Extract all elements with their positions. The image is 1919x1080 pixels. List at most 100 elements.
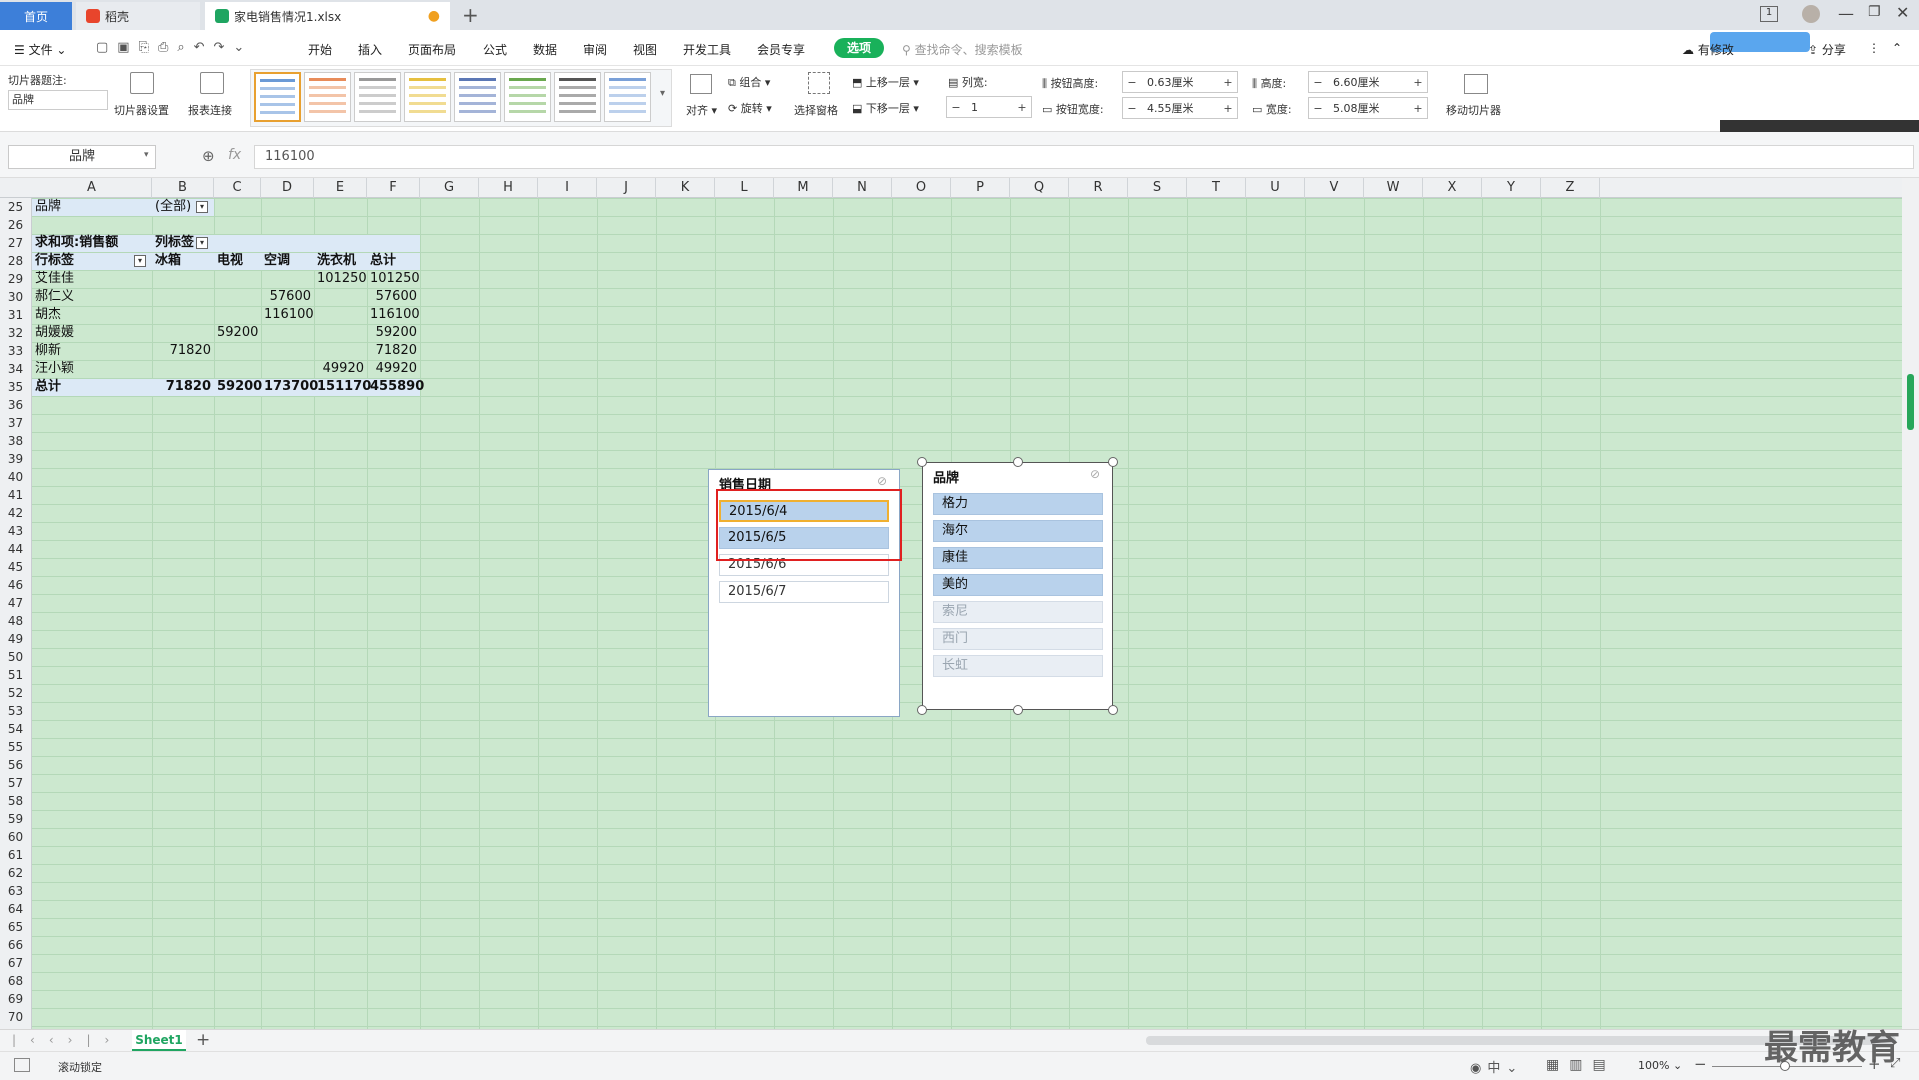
row-header-49[interactable]: 49 xyxy=(0,630,31,648)
row-header-32[interactable]: 32 xyxy=(0,324,31,342)
pivot-value-cell[interactable]: 49920 xyxy=(317,360,364,378)
gallery-expand-icon[interactable]: ▾ xyxy=(660,88,665,99)
fx-icon[interactable]: fx xyxy=(228,147,241,163)
row-header-67[interactable]: 67 xyxy=(0,954,31,972)
selection-pane-button[interactable]: 选择窗格 xyxy=(794,102,838,118)
button-width-value[interactable]: 4.55厘米 xyxy=(1141,100,1219,116)
column-header-J[interactable]: J xyxy=(597,178,656,198)
scroll-thumb[interactable] xyxy=(1907,374,1914,430)
pivot-column-dropdown-icon[interactable]: ▾ xyxy=(196,237,208,249)
plus-icon[interactable]: + xyxy=(1409,102,1427,115)
minus-icon[interactable]: − xyxy=(1309,102,1327,115)
style-swatch-orange[interactable] xyxy=(304,72,351,122)
row-header-70[interactable]: 70 xyxy=(0,1008,31,1026)
columns-value[interactable]: 1 xyxy=(965,101,1013,114)
pivot-value-cell[interactable]: 71820 xyxy=(370,342,417,360)
column-header-B[interactable]: B xyxy=(152,178,214,198)
plus-icon[interactable]: + xyxy=(1219,102,1237,115)
column-header-I[interactable]: I xyxy=(538,178,597,198)
style-swatch-blue-selected[interactable] xyxy=(254,72,301,122)
resize-handle[interactable] xyxy=(1012,457,1023,467)
width-value[interactable]: 5.08厘米 xyxy=(1327,100,1409,116)
minus-icon[interactable]: − xyxy=(947,101,965,114)
brand-slicer-item[interactable]: 西门 xyxy=(933,628,1103,650)
column-header-V[interactable]: V xyxy=(1305,178,1364,198)
minus-icon[interactable]: − xyxy=(1123,76,1141,89)
pivot-filter-dropdown-icon[interactable]: ▾ xyxy=(196,201,208,213)
pivot-value-cell[interactable]: 57600 xyxy=(264,288,311,306)
brand-slicer-item[interactable]: 海尔 xyxy=(933,520,1103,542)
column-header-Y[interactable]: Y xyxy=(1482,178,1541,198)
pivot-row-name[interactable]: 郝仁义 xyxy=(35,288,149,306)
clear-filter-icon[interactable]: ⊘ xyxy=(1090,467,1100,481)
pivot-row-name[interactable]: 汪小颖 xyxy=(35,360,149,378)
row-header-48[interactable]: 48 xyxy=(0,612,31,630)
pivot-value-cell[interactable]: 59200 xyxy=(217,324,258,342)
height-value[interactable]: 6.60厘米 xyxy=(1327,74,1409,90)
row-header-66[interactable]: 66 xyxy=(0,936,31,954)
column-header-R[interactable]: R xyxy=(1069,178,1128,198)
row-header-30[interactable]: 30 xyxy=(0,288,31,306)
row-header-62[interactable]: 62 xyxy=(0,864,31,882)
style-swatch-gray[interactable] xyxy=(354,72,401,122)
style-swatch-yellow[interactable] xyxy=(404,72,451,122)
menu-dev-tools[interactable]: 开发工具 xyxy=(683,41,731,58)
row-header-54[interactable]: 54 xyxy=(0,720,31,738)
row-header-39[interactable]: 39 xyxy=(0,450,31,468)
plus-icon[interactable]: + xyxy=(1013,101,1031,114)
resize-handle[interactable] xyxy=(1108,705,1118,715)
align-button[interactable]: 对齐 ▾ xyxy=(686,102,717,118)
row-header-59[interactable]: 59 xyxy=(0,810,31,828)
collapse-ribbon-icon[interactable]: ⌃ xyxy=(1892,41,1902,55)
search-command[interactable]: ⚲ 查找命令、搜索模板 xyxy=(902,41,1023,58)
row-header-69[interactable]: 69 xyxy=(0,990,31,1008)
menu-member[interactable]: 会员专享 xyxy=(757,41,805,58)
close-icon[interactable]: ✕ xyxy=(1896,3,1909,22)
macro-record-icon[interactable] xyxy=(14,1058,30,1072)
row-header-35[interactable]: 35 xyxy=(0,378,31,396)
row-header-64[interactable]: 64 xyxy=(0,900,31,918)
column-header-N[interactable]: N xyxy=(833,178,892,198)
row-header-61[interactable]: 61 xyxy=(0,846,31,864)
pivot-row-name[interactable]: 胡杰 xyxy=(35,306,149,324)
column-header-U[interactable]: U xyxy=(1246,178,1305,198)
row-header-36[interactable]: 36 xyxy=(0,396,31,414)
brand-slicer-item[interactable]: 格力 xyxy=(933,493,1103,515)
pivot-row-name[interactable]: 艾佳佳 xyxy=(35,270,149,288)
column-header-T[interactable]: T xyxy=(1187,178,1246,198)
add-sheet-icon[interactable]: + xyxy=(196,1030,210,1050)
pivot-column-header[interactable]: 冰箱 xyxy=(155,252,211,270)
row-header-26[interactable]: 26 xyxy=(0,216,31,234)
tab-home[interactable]: 首页 xyxy=(0,2,72,30)
brand-slicer-item[interactable]: 长虹 xyxy=(933,655,1103,677)
pivot-total-cell[interactable]: 59200 xyxy=(217,378,262,396)
pivot-row-dropdown-icon[interactable]: ▾ xyxy=(134,255,146,267)
column-header-Q[interactable]: Q xyxy=(1010,178,1069,198)
row-header-57[interactable]: 57 xyxy=(0,774,31,792)
column-header-E[interactable]: E xyxy=(314,178,367,198)
style-swatch-lightblue[interactable] xyxy=(604,72,651,122)
row-header-37[interactable]: 37 xyxy=(0,414,31,432)
column-header-A[interactable]: A xyxy=(32,178,152,198)
style-swatch-green[interactable] xyxy=(504,72,551,122)
menu-insert[interactable]: 插入 xyxy=(358,41,382,58)
menu-page-layout[interactable]: 页面布局 xyxy=(408,41,456,58)
minus-icon[interactable]: − xyxy=(1309,76,1327,89)
row-header-65[interactable]: 65 xyxy=(0,918,31,936)
menu-options[interactable]: 选项 xyxy=(834,38,884,58)
row-header-29[interactable]: 29 xyxy=(0,270,31,288)
row-header-46[interactable]: 46 xyxy=(0,576,31,594)
brand-slicer[interactable]: 品牌 ⊘ 格力 海尔 康佳 美的 索尼 西门 长虹 xyxy=(922,462,1113,710)
brand-slicer-item[interactable]: 索尼 xyxy=(933,601,1103,623)
row-header-43[interactable]: 43 xyxy=(0,522,31,540)
column-header-X[interactable]: X xyxy=(1423,178,1482,198)
avatar[interactable] xyxy=(1802,5,1820,23)
pivot-total-cell[interactable]: 173700 xyxy=(264,378,318,396)
column-header-G[interactable]: G xyxy=(420,178,479,198)
menu-formula[interactable]: 公式 xyxy=(483,41,507,58)
pivot-row-label[interactable]: 行标签 xyxy=(35,252,149,270)
new-tab-icon[interactable]: + xyxy=(462,3,479,27)
rotate-button[interactable]: ⟳ 旋转 ▾ xyxy=(728,100,772,116)
row-header-25[interactable]: 25 xyxy=(0,198,31,216)
slicer-settings-button[interactable]: 切片器设置 xyxy=(114,102,169,118)
